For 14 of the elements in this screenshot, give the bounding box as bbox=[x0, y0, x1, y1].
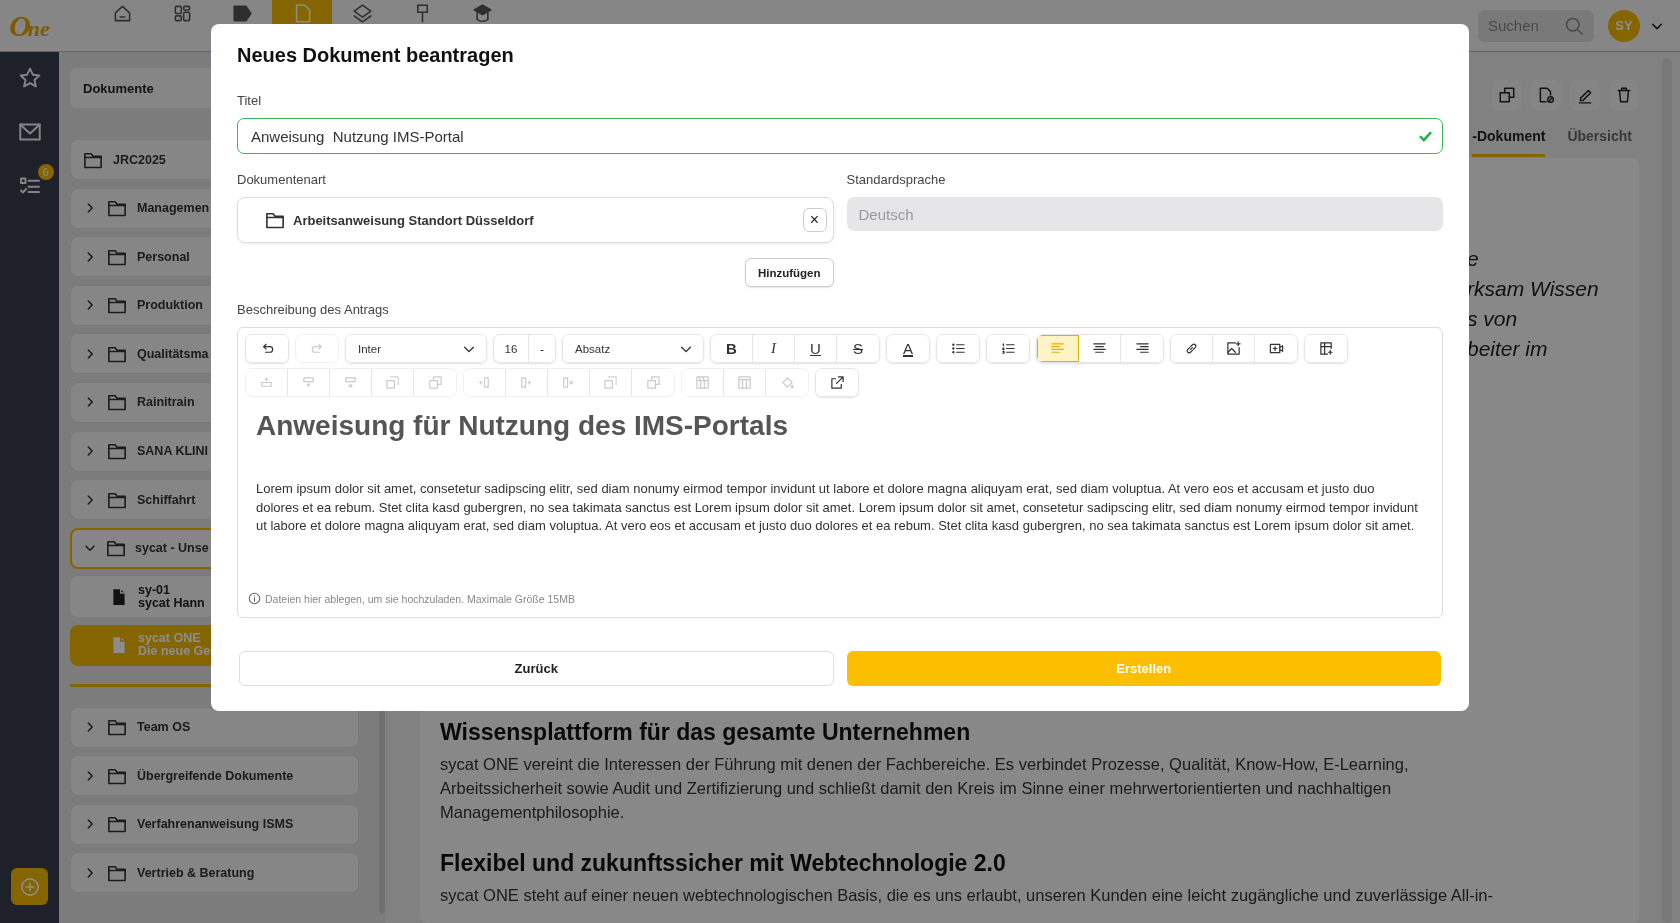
field-label: Beschreibung des Antrags bbox=[237, 302, 390, 317]
paragraph-text: sycat ONE vereint die Interessen der Führung mit denen der Fachbereiche. Es verbindet Prozesse, Qualität, Know-How, E-Learning, Arbeitssicherheit sowie Audit und Zertifizierung und schließt damit den Kreis im Sinne einer mehrwertorientierten und nachhaltigen Managementphilosophie. bbox=[440, 754, 1410, 823]
field-label: Dokumentenart bbox=[237, 172, 327, 187]
count-badge: 6 bbox=[37, 164, 54, 180]
field-label: Titel bbox=[237, 93, 263, 108]
section-heading: Flexibel und zukunftssicher mit Webtechnologie 2.0 bbox=[440, 850, 1007, 877]
dialog-title: Neues Dokument beantragen bbox=[237, 44, 515, 67]
upload-hint: Dateien hier ablegen, um sie hochzuladen. Maximale Größe 15MB bbox=[265, 592, 575, 605]
logo: One bbox=[9, 8, 50, 43]
paragraph-text: sycat ONE steht auf einer neuen webtechnologischen Basis, die es uns erlaubt, unseren Kunden eine leicht zugängliche und zuverlässige All-in- bbox=[440, 885, 1494, 906]
paragraph-text: beiter im bbox=[1467, 336, 1549, 362]
field-label: Standardsprache bbox=[846, 172, 947, 187]
paragraph-text: rksam Wissen bbox=[1467, 276, 1600, 302]
section-heading: Wissensplattform für das gesamte Unternehmen bbox=[440, 719, 972, 746]
